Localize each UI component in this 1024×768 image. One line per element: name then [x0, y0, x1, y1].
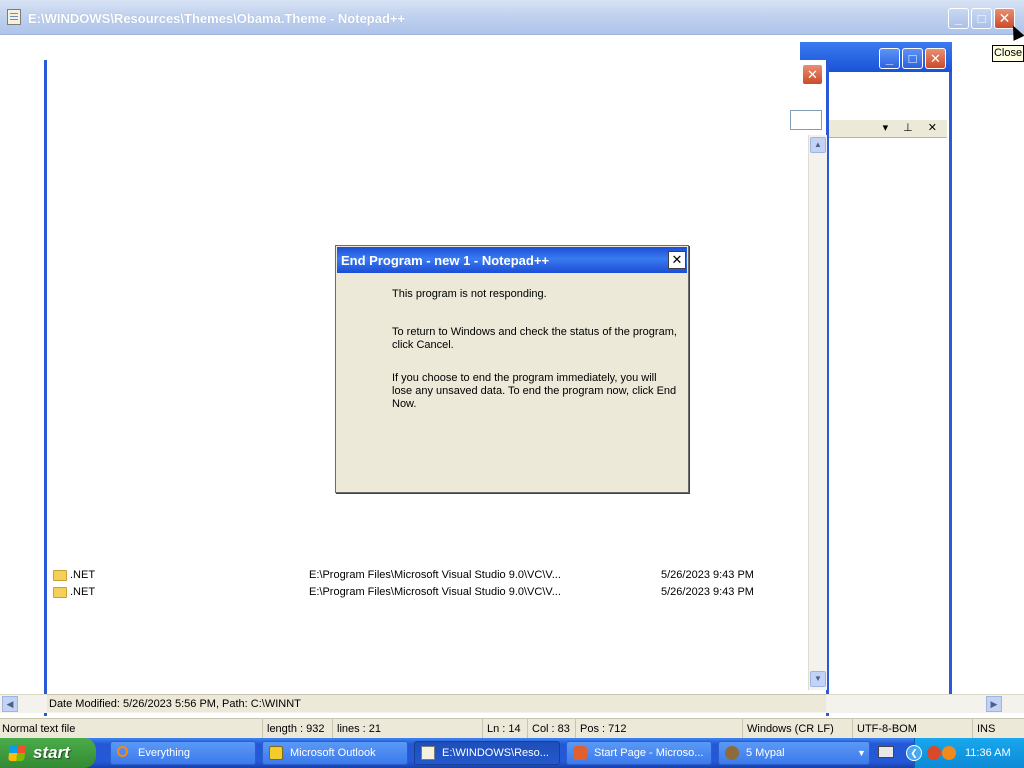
- visual-studio-icon: [573, 746, 587, 760]
- file-path: E:\Program Files\Microsoft Visual Studio…: [309, 569, 561, 581]
- start-button[interactable]: start: [0, 738, 96, 768]
- status-position: Pos : 712: [575, 719, 742, 739]
- status-file-type: Normal text file: [2, 723, 76, 735]
- dialog-message-not-responding: This program is not responding.: [392, 288, 547, 300]
- status-encoding[interactable]: UTF-8-BOM: [852, 719, 972, 739]
- status-insert-mode[interactable]: INS: [972, 719, 1024, 739]
- windows-logo-icon: [8, 745, 26, 761]
- scroll-left-icon[interactable]: ◀: [2, 696, 18, 712]
- file-name: .NET: [70, 586, 96, 598]
- search-input[interactable]: [790, 110, 822, 130]
- taskbar-button-label: Everything: [138, 747, 190, 759]
- notepad-status-bar: Normal text file length : 932 lines : 21…: [0, 718, 1024, 739]
- group-dropdown-icon[interactable]: ▼: [857, 742, 866, 764]
- clock[interactable]: 11:36 AM: [965, 738, 1011, 768]
- search-icon: [117, 746, 128, 757]
- dialog-message-end-now: If you choose to end the program immedia…: [392, 372, 677, 410]
- minimize-button[interactable]: _: [948, 8, 969, 29]
- close-tooltip: Close: [992, 45, 1024, 62]
- docked-panel-header: ▾ ⊥ ✕: [829, 120, 947, 138]
- dialog-title-bar[interactable]: End Program - new 1 - Notepad++ ✕: [337, 247, 687, 273]
- notepad-icon: [421, 746, 435, 760]
- search-window-close-button[interactable]: ✕: [802, 64, 823, 85]
- status-lines: lines : 21: [332, 719, 482, 739]
- end-program-dialog[interactable]: End Program - new 1 - Notepad++ ✕ This p…: [335, 245, 689, 493]
- file-name: .NET: [70, 569, 96, 581]
- notepad-title-bar[interactable]: E:\WINDOWS\Resources\Themes\Obama.Theme …: [0, 0, 1024, 35]
- file-date: 5/26/2023 9:43 PM: [661, 586, 754, 598]
- folder-icon: [53, 570, 67, 581]
- taskbar-button-mypal[interactable]: 5 Mypal ▼: [718, 741, 870, 765]
- dialog-title: End Program - new 1 - Notepad++: [341, 253, 550, 268]
- search-status-bar: Date Modified: 5/26/2023 5:56 PM, Path: …: [47, 694, 826, 712]
- taskbar-button-label: Microsoft Outlook: [290, 747, 376, 759]
- list-item[interactable]: .NET E:\Program Files\Microsoft Visual S…: [50, 584, 770, 601]
- mypal-icon: [725, 746, 739, 760]
- scroll-right-icon[interactable]: ▶: [986, 696, 1002, 712]
- taskbar-button-visual-studio[interactable]: Start Page - Microso...: [566, 741, 712, 765]
- panel-buttons[interactable]: ▾ ⊥ ✕: [883, 121, 943, 134]
- scroll-up-icon[interactable]: ▲: [810, 137, 826, 153]
- list-item[interactable]: .NET E:\Program Files\Microsoft Visual S…: [50, 567, 770, 584]
- background-minimize-button[interactable]: _: [879, 48, 900, 69]
- scroll-down-icon[interactable]: ▼: [810, 671, 826, 687]
- notepad-window-title: E:\WINDOWS\Resources\Themes\Obama.Theme …: [28, 11, 406, 26]
- taskbar-button-notepad[interactable]: E:\WINDOWS\Reso...: [414, 741, 560, 765]
- file-path: E:\Program Files\Microsoft Visual Studio…: [309, 586, 561, 598]
- maximize-button[interactable]: □: [971, 8, 992, 29]
- notepad-app-icon[interactable]: [7, 9, 21, 25]
- vertical-scrollbar[interactable]: ▲ ▼: [808, 135, 827, 690]
- status-eol[interactable]: Windows (CR LF): [742, 719, 852, 739]
- dialog-close-button[interactable]: ✕: [668, 251, 686, 269]
- outlook-icon: [269, 746, 283, 760]
- taskbar-button-outlook[interactable]: Microsoft Outlook: [262, 741, 408, 765]
- taskbar-button-label: Start Page - Microso...: [594, 747, 704, 759]
- folder-icon: [53, 587, 67, 598]
- file-date: 5/26/2023 9:43 PM: [661, 569, 754, 581]
- taskbar-button-label: 5 Mypal: [746, 747, 785, 759]
- keyboard-icon[interactable]: [878, 746, 894, 758]
- status-column: Col : 83: [527, 719, 575, 739]
- show-hidden-icons-icon[interactable]: ❮: [906, 745, 922, 761]
- taskbar: start Everything Microsoft Outlook E:\WI…: [0, 738, 1024, 768]
- status-length: length : 932: [262, 719, 332, 739]
- tray-search-icon[interactable]: [942, 746, 956, 760]
- system-tray: ❮ 11:36 AM: [906, 738, 1024, 768]
- start-label: start: [33, 743, 70, 762]
- background-close-button[interactable]: ✕: [925, 48, 946, 69]
- status-line: Ln : 14: [482, 719, 527, 739]
- dialog-message-cancel: To return to Windows and check the statu…: [392, 326, 677, 351]
- taskbar-button-everything[interactable]: Everything: [110, 741, 256, 765]
- tray-app-icon[interactable]: [927, 746, 941, 760]
- taskbar-button-label: E:\WINDOWS\Reso...: [442, 747, 549, 759]
- background-maximize-button[interactable]: □: [902, 48, 923, 69]
